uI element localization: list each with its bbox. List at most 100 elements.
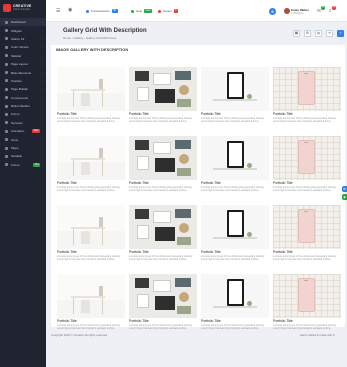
gallery-item[interactable]: Portfolio Title is simply dummy text of t… <box>201 274 269 334</box>
chevron-right-icon: › <box>42 78 43 83</box>
sidebar-item-forms-hot[interactable]: Forms Hot › <box>0 161 46 169</box>
gallery-image[interactable] <box>57 205 125 249</box>
gallery-item[interactable]: Portfolio Title is simply dummy text of t… <box>57 136 125 196</box>
sidebar-item-color-version[interactable]: Color Version › <box>0 43 46 51</box>
gallery-image[interactable] <box>57 274 125 318</box>
sidebar-item-starter-kit[interactable]: Starter Kit › <box>0 35 46 43</box>
breadcrumb[interactable]: Home › Gallery › Gallery Grid With Desc <box>63 36 116 40</box>
gallery-image[interactable] <box>201 274 269 318</box>
gallery-item[interactable]: Portfolio Title is simply dummy text of t… <box>57 67 125 127</box>
gallery-item[interactable]: Portfolio Title is simply dummy text of t… <box>273 136 341 196</box>
gallery-item-title[interactable]: Portfolio Title <box>201 319 269 323</box>
gallery-image[interactable] <box>273 205 341 249</box>
logo-mark-icon <box>3 4 11 12</box>
gallery-image[interactable] <box>201 67 269 111</box>
sidebar-item-components[interactable]: Components › <box>0 94 46 102</box>
sidebar-item-icons[interactable]: Icons › <box>0 135 46 143</box>
sidebar-item-services[interactable]: Services › <box>0 119 46 127</box>
gallery-item[interactable]: Portfolio Title is simply dummy text of t… <box>129 136 197 196</box>
user-icon[interactable]: ◍ <box>315 30 322 37</box>
logo[interactable]: CREATIVE Admin Template <box>0 0 46 16</box>
sidebar-item-label: Practice <box>11 78 22 83</box>
sidebar-item-base-elements[interactable]: Base Elements › <box>0 68 46 76</box>
gallery-item-title[interactable]: Portfolio Title <box>273 112 341 116</box>
stat-badge: New <box>144 9 152 13</box>
avatar[interactable] <box>284 8 290 14</box>
gallery-item-title[interactable]: Portfolio Title <box>129 250 197 254</box>
gallery-item[interactable]: Portfolio Title is simply dummy text of t… <box>57 205 125 265</box>
gallery-item[interactable]: Portfolio Title is simply dummy text of t… <box>201 205 269 265</box>
settings-icon[interactable]: ⚙ <box>304 30 311 37</box>
list-icon[interactable]: ≡ <box>326 30 333 37</box>
gallery-item-title[interactable]: Portfolio Title <box>57 319 125 323</box>
add-button[interactable]: + <box>337 30 344 37</box>
sidebar-item-label: Components <box>11 95 29 100</box>
gallery-item-title[interactable]: Portfolio Title <box>273 181 341 185</box>
gallery-item-title[interactable]: Portfolio Title <box>201 181 269 185</box>
gallery-item[interactable]: Portfolio Title is simply dummy text of t… <box>57 274 125 334</box>
gallery-item[interactable]: Portfolio Title is simply dummy text of t… <box>129 274 197 334</box>
gallery-item-title[interactable]: Portfolio Title <box>273 250 341 254</box>
sidebar-item-page-layout[interactable]: Page Layout › <box>0 60 46 68</box>
chevron-right-icon: › <box>42 112 43 117</box>
sidebar-item-dashboard[interactable]: Dashboard › <box>0 18 46 27</box>
widgets-icon <box>5 29 8 33</box>
gallery-item-description: is simply dummy text of the printing and… <box>129 117 193 124</box>
sidebar-item-animation[interactable]: Animation New › <box>0 127 46 135</box>
gallery-item[interactable]: Portfolio Title is simply dummy text of t… <box>273 67 341 127</box>
sidebar-item-label: Animation <box>11 129 25 134</box>
bell-icon[interactable]: ♫ <box>328 8 331 13</box>
sidebar-item-sidebar[interactable]: Sidebar › <box>0 52 46 60</box>
gallery-image[interactable] <box>129 67 197 111</box>
gallery-item-title[interactable]: Portfolio Title <box>57 181 125 185</box>
gallery-image[interactable] <box>57 136 125 180</box>
sidebar-item-maps[interactable]: Maps › <box>0 144 46 152</box>
chevron-right-icon: › <box>42 62 43 67</box>
gallery-item[interactable]: Portfolio Title is simply dummy text of t… <box>129 67 197 127</box>
gallery-image[interactable] <box>201 205 269 249</box>
mail-count: 3 <box>321 6 325 10</box>
sidebar-item-page-builder[interactable]: Page Builder › <box>0 85 46 93</box>
gallery-image[interactable] <box>129 205 197 249</box>
gallery-image[interactable] <box>273 67 341 111</box>
gallery-item[interactable]: Portfolio Title is simply dummy text of t… <box>129 205 197 265</box>
gallery-item-description: is simply dummy text of the printing and… <box>273 117 337 124</box>
gallery-item[interactable]: Portfolio Title is simply dummy text of t… <box>201 136 269 196</box>
globe-icon[interactable]: ⊕ <box>269 8 276 15</box>
gallery-item-description: is simply dummy text of the printing and… <box>201 324 265 331</box>
issues-icon <box>158 9 161 13</box>
gallery-image[interactable] <box>129 136 197 180</box>
customizer-gear-icon[interactable]: ⚙ <box>342 186 347 192</box>
gallery-item-title[interactable]: Portfolio Title <box>201 112 269 116</box>
sidebar-item-widgets[interactable]: Widgets › <box>0 26 46 34</box>
sidebar-item-sortable[interactable]: Sortable › <box>0 152 46 160</box>
gallery-item-title[interactable]: Portfolio Title <box>129 319 197 323</box>
stat-help[interactable]: Help New <box>131 9 152 13</box>
gallery-image[interactable] <box>273 136 341 180</box>
grid-view-icon[interactable]: ▦ <box>293 30 300 37</box>
gallery-item[interactable]: Portfolio Title is simply dummy text of t… <box>273 274 341 334</box>
customizer-palette-icon[interactable]: ◆ <box>342 194 347 200</box>
gallery-item-title[interactable]: Portfolio Title <box>273 319 341 323</box>
sidebar-item-forms[interactable]: Forms › <box>0 110 46 118</box>
gallery-item[interactable]: Portfolio Title is simply dummy text of t… <box>273 205 341 265</box>
stat-badge: 60 <box>111 9 118 13</box>
sidebar-item-practice[interactable]: Practice › <box>0 77 46 85</box>
eye-icon[interactable]: ◉ <box>68 7 72 13</box>
stat-fontawesome[interactable]: Fontawesome 60 <box>86 9 118 13</box>
gallery-item-title[interactable]: Portfolio Title <box>57 250 125 254</box>
gallery-item-title[interactable]: Portfolio Title <box>129 181 197 185</box>
stat-issues[interactable]: Issues 8 <box>158 9 179 13</box>
gallery-item-title[interactable]: Portfolio Title <box>57 112 125 116</box>
gallery-image[interactable] <box>129 274 197 318</box>
sidebar-item-button-builder[interactable]: Button Builder › <box>0 102 46 110</box>
gallery-image[interactable] <box>273 274 341 318</box>
page-title: Gallery Grid With Description <box>63 28 147 34</box>
gallery-item[interactable]: Portfolio Title is simply dummy text of t… <box>201 67 269 127</box>
gallery-item-title[interactable]: Portfolio Title <box>129 112 197 116</box>
menu-toggle-icon[interactable]: ☰ <box>56 8 60 14</box>
sidebar-item-label: Page Builder <box>11 87 29 92</box>
gallery-item-title[interactable]: Portfolio Title <box>201 250 269 254</box>
gallery-image[interactable] <box>57 67 125 111</box>
gallery-image[interactable] <box>201 136 269 180</box>
